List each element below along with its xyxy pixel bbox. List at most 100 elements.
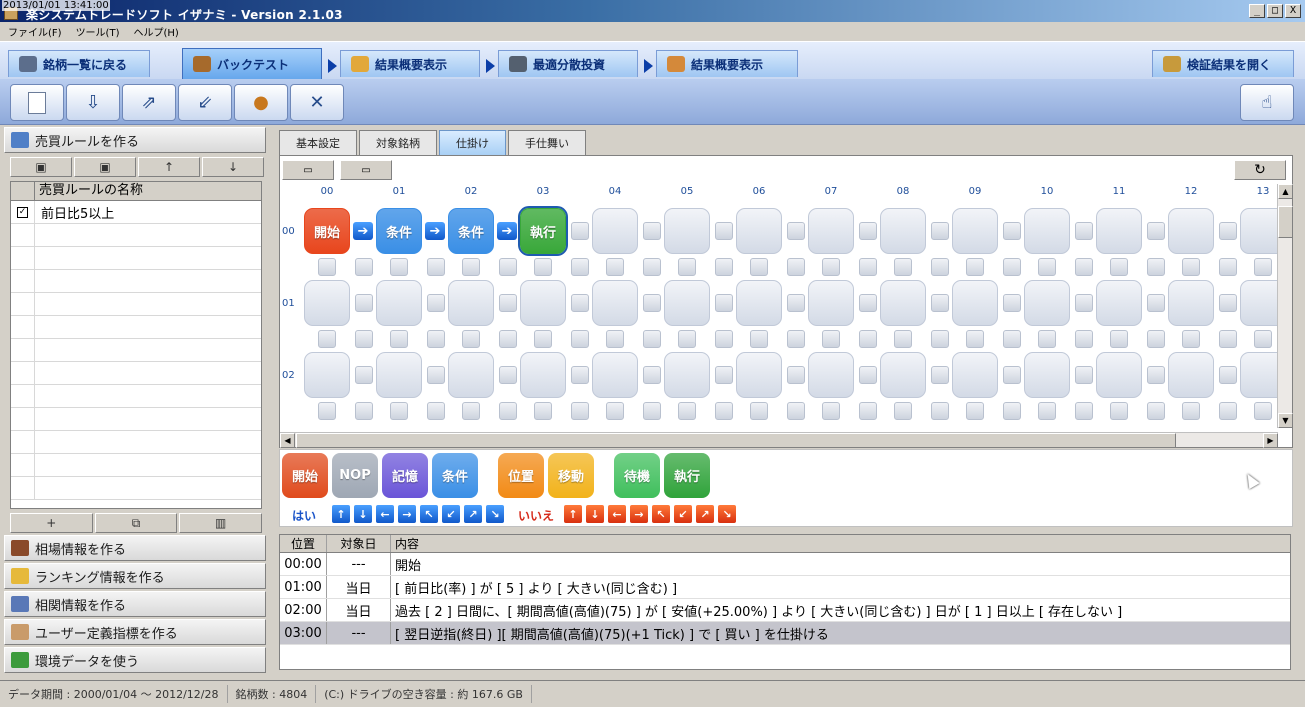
scroll-up-icon[interactable]: ▲	[1278, 184, 1293, 199]
grid-cell[interactable]	[952, 280, 998, 326]
connector-slot[interactable]	[787, 330, 805, 348]
grid-cell[interactable]	[664, 352, 710, 398]
table-row[interactable]: 00:00 --- 開始	[280, 553, 1290, 576]
connector-slot[interactable]	[1075, 330, 1093, 348]
palette-block[interactable]: NOP	[332, 453, 378, 498]
no-arrow-icon[interactable]: ↓	[586, 505, 604, 523]
connector-slot[interactable]	[822, 402, 840, 420]
grid-cell[interactable]	[1168, 280, 1214, 326]
move-up-button[interactable]: ↑	[138, 157, 200, 177]
connector-slot[interactable]	[894, 402, 912, 420]
correlation-info-section[interactable]: 相関情報を作る	[4, 591, 266, 617]
table-row-selected[interactable]: 03:00 --- [ 翌日逆指(終日) ][ 期間高値(高値)(75)(+1 …	[280, 622, 1290, 645]
scroll-thumb[interactable]	[1278, 206, 1293, 238]
grid-cell[interactable]	[448, 280, 494, 326]
new-file-button[interactable]	[10, 84, 64, 121]
palette-block[interactable]: 位置	[498, 453, 544, 498]
connector-slot[interactable]	[715, 222, 733, 240]
close-button[interactable]: X	[1285, 4, 1301, 18]
menu-tools[interactable]: ツール(T)	[76, 24, 120, 39]
connector-slot[interactable]	[499, 294, 517, 312]
grid-cell[interactable]	[880, 208, 926, 254]
no-arrow-icon[interactable]: ↙	[674, 505, 692, 523]
connector-slot[interactable]	[355, 294, 373, 312]
connector-slot[interactable]	[1182, 402, 1200, 420]
horizontal-scrollbar[interactable]: ◀ ▶	[280, 432, 1278, 448]
yes-arrow-icon[interactable]: ↖	[420, 505, 438, 523]
connector-slot[interactable]	[318, 330, 336, 348]
save-as-button[interactable]: ▣	[74, 157, 136, 177]
connector-slot[interactable]	[1147, 366, 1165, 384]
connector-slot[interactable]	[859, 366, 877, 384]
connector-slot[interactable]	[427, 258, 445, 276]
flow-block[interactable]: 執行	[518, 206, 568, 256]
save-button[interactable]: ▣	[10, 157, 72, 177]
connector-slot[interactable]	[966, 258, 984, 276]
connector-slot[interactable]	[427, 330, 445, 348]
connector-slot[interactable]	[715, 294, 733, 312]
connector-slot[interactable]	[1003, 294, 1021, 312]
load-flow-button[interactable]: ▭	[282, 160, 334, 180]
yes-arrow-icon[interactable]: ↓	[354, 505, 372, 523]
grid-cell[interactable]	[1024, 280, 1070, 326]
connector-slot[interactable]	[355, 258, 373, 276]
grid-cell[interactable]	[520, 280, 566, 326]
connector-slot[interactable]	[1075, 402, 1093, 420]
palette-block[interactable]: 執行	[664, 453, 710, 498]
connector-slot[interactable]	[1003, 366, 1021, 384]
grid-cell[interactable]	[1240, 280, 1278, 326]
connector-slot[interactable]	[966, 330, 984, 348]
connector-slot[interactable]	[390, 258, 408, 276]
connector-slot[interactable]	[750, 258, 768, 276]
connector-slot[interactable]	[1110, 330, 1128, 348]
connector-slot[interactable]	[787, 402, 805, 420]
scroll-right-icon[interactable]: ▶	[1263, 433, 1278, 448]
connector-slot[interactable]	[1254, 402, 1272, 420]
connector-slot[interactable]	[678, 402, 696, 420]
connector-slot[interactable]	[643, 294, 661, 312]
save-flow-button[interactable]: ▭	[340, 160, 392, 180]
grid-cell[interactable]	[880, 352, 926, 398]
export-button[interactable]: ⇗	[122, 84, 176, 121]
connector-slot[interactable]	[318, 258, 336, 276]
palette-block[interactable]: 移動	[548, 453, 594, 498]
open-result-tab[interactable]: 検証結果を開く	[1152, 50, 1294, 77]
backtest-tab[interactable]: バックテスト	[182, 48, 322, 79]
table-row[interactable]: 02:00 当日 過去 [ 2 ] 日間に、[ 期間高値(高値)(75) ] が…	[280, 599, 1290, 622]
grid-cell[interactable]	[952, 208, 998, 254]
flow-block[interactable]: 開始	[304, 208, 350, 254]
connector-slot[interactable]	[1075, 258, 1093, 276]
connector-slot[interactable]	[1182, 258, 1200, 276]
connector-slot[interactable]	[1219, 366, 1237, 384]
grid-cell[interactable]	[664, 280, 710, 326]
h-scroll-thumb[interactable]	[296, 433, 1176, 448]
tab-entry[interactable]: 仕掛け	[439, 130, 506, 155]
arrow-right-icon[interactable]: ➔	[425, 222, 445, 240]
connector-slot[interactable]	[1254, 330, 1272, 348]
copy-button[interactable]: ⇙	[178, 84, 232, 121]
menu-help[interactable]: ヘルプ(H)	[133, 24, 178, 39]
tab-target-stocks[interactable]: 対象銘柄	[359, 130, 437, 155]
tools-button[interactable]: ✕	[290, 84, 344, 121]
connector-slot[interactable]	[571, 330, 589, 348]
grid-cell[interactable]	[1024, 208, 1070, 254]
scroll-left-icon[interactable]: ◀	[280, 433, 295, 448]
grid-cell[interactable]	[1096, 280, 1142, 326]
make-rule-section[interactable]: 売買ルールを作る	[4, 127, 266, 153]
duplicate-rule-button[interactable]: ⧉	[94, 513, 178, 533]
connector-slot[interactable]	[1219, 258, 1237, 276]
connector-slot[interactable]	[1075, 294, 1093, 312]
connector-slot[interactable]	[1219, 330, 1237, 348]
rule-checkbox[interactable]: ✓	[17, 206, 28, 218]
ranking-info-section[interactable]: ランキング情報を作る	[4, 563, 266, 589]
connector-slot[interactable]	[427, 294, 445, 312]
grid-cell[interactable]	[808, 352, 854, 398]
connector-slot[interactable]	[1219, 402, 1237, 420]
refresh-button[interactable]: ↻	[1234, 160, 1286, 180]
connector-slot[interactable]	[715, 258, 733, 276]
connector-slot[interactable]	[931, 366, 949, 384]
connector-slot[interactable]	[715, 366, 733, 384]
connector-slot[interactable]	[1075, 222, 1093, 240]
maximize-button[interactable]: □	[1267, 4, 1283, 18]
connector-slot[interactable]	[859, 258, 877, 276]
